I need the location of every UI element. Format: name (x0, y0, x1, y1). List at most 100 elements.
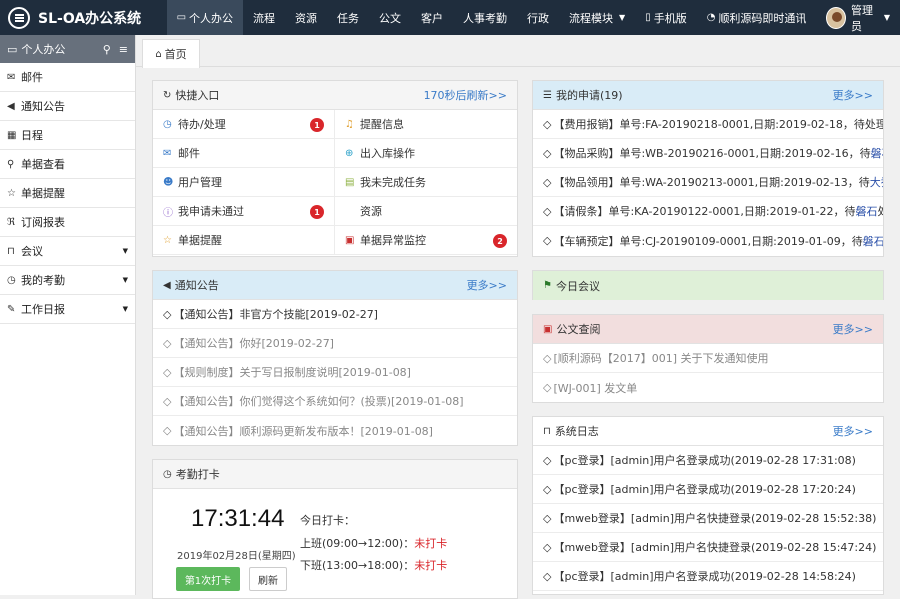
today-punch-label: 今日打卡： (300, 514, 355, 527)
nav-item-mobile[interactable]: ▯ 手机版 (635, 0, 697, 35)
sidebar-item-daily-report[interactable]: ✎ 工作日报 ▼ (0, 295, 135, 324)
quick-label: 资源 (360, 205, 382, 218)
bullhorn-icon: ◀ (163, 279, 171, 291)
mail-icon: ✉ (163, 147, 172, 159)
monitor-icon: ▭ (7, 42, 18, 56)
menu-icon[interactable]: ≡ (119, 43, 128, 56)
sidebar-item-mail[interactable]: ✉ 邮件 (0, 63, 135, 92)
panel-header: ↻ 快捷入口 170秒后刷新>> (153, 81, 517, 110)
clock-icon: ◷ (7, 274, 16, 286)
log-text: 【mweb登录】[admin]用户名快捷登录(2019-02-28 15:47:… (553, 541, 877, 554)
nav-item-label: 资源 (295, 11, 318, 25)
list-item[interactable]: ◇ 【费用报销】单号:FA-20190218-0001,日期:2019-02-18… (533, 110, 883, 139)
nav-item-label: 手机版 (653, 11, 687, 25)
flag-icon: ⚑ (543, 280, 552, 291)
auto-refresh-link[interactable]: 170秒后刷新>> (424, 87, 507, 103)
tab-home[interactable]: ⌂ 首页 (142, 39, 200, 68)
assignee: 磐石 (855, 205, 878, 218)
quick-todo[interactable]: ◷ 待办/处理 1 (153, 110, 335, 139)
list-item[interactable]: ◇ 【请假条】单号:KA-20190122-0001,日期:2019-01-22，… (533, 197, 883, 226)
nav-item-tasks[interactable]: 任务 (327, 0, 369, 35)
sidebar-item-label: 单据查看 (21, 158, 65, 171)
panel-header: ⊓ 系统日志 更多>> (533, 417, 883, 446)
sidebar-item-schedule[interactable]: ▦ 日程 (0, 121, 135, 150)
list-item[interactable]: ◇ 【mweb登录】[admin]用户名快捷登录(2019-02-28 15:47… (533, 533, 883, 562)
brand[interactable]: SL-OA办公系统 (0, 0, 167, 35)
caret-down-icon: ▼ (122, 305, 128, 313)
quick-label: 单据异常监控 (360, 234, 426, 247)
user-menu[interactable]: 管理员 ▼ (816, 0, 900, 35)
more-link[interactable]: 更多>> (467, 277, 507, 293)
log-text: 【pc登录】[admin]用户名登录成功(2019-02-28 17:31:08… (553, 454, 856, 467)
quick-document-reminders[interactable]: ☆ 单据提醒 (153, 226, 335, 255)
sidebar-item-my-attendance[interactable]: ◷ 我的考勤 ▼ (0, 266, 135, 295)
notice-text: 【通知公告】顺利源码更新发布版本！[2019-01-08] (173, 424, 433, 438)
briefcase-icon: ▣ (345, 234, 355, 246)
nav-item-resources[interactable]: 资源 (285, 0, 327, 35)
quick-user-management[interactable]: ☻ 用户管理 (153, 168, 335, 197)
list-item[interactable]: ◇ 【通知公告】你们觉得这个系统如何？(投票)[2019-01-08] (153, 387, 517, 416)
bullhorn-icon: ◀ (7, 100, 15, 112)
quick-unfinished-tasks[interactable]: ▤ 我未完成任务 (335, 168, 517, 197)
user-icon: ☻ (163, 176, 174, 188)
chat-icon: ◔ (706, 12, 716, 23)
sidebar-item-view-documents[interactable]: ⚲ 单据查看 (0, 150, 135, 179)
count-badge: 1 (310, 205, 324, 219)
quick-label: 提醒信息 (360, 118, 404, 131)
quick-label: 用户管理 (178, 176, 222, 189)
list-item[interactable]: ◇ 【通知公告】非官方个技能[2019-02-27] (153, 300, 517, 329)
morning-shift: 上班(09:00→12:00)：未打卡 (300, 535, 447, 551)
sidebar-item-notices[interactable]: ◀ 通知公告 (0, 92, 135, 121)
list-item[interactable]: ◇ 【规则制度】关于写日报制度说明[2019-01-08] (153, 358, 517, 387)
count-badge: 1 (310, 118, 324, 132)
nav-item-label: 客户 (421, 11, 444, 25)
nav-item-label: 行政 (527, 11, 550, 25)
list-item[interactable]: ◇ 【pc登录】[admin]用户名登录成功(2019-02-28 14:58:2… (533, 562, 883, 591)
sidebar-item-subscribed-reports[interactable]: ℜ 订阅报表 (0, 208, 135, 237)
list-item[interactable]: ◇ [WJ-001] 发文单 (533, 373, 883, 402)
list-item[interactable]: ◇ 【mweb登录】[admin]用户名快捷登录(2019-02-28 15:52… (533, 504, 883, 533)
sidebar-item-document-reminders[interactable]: ☆ 单据提醒 (0, 179, 135, 208)
nav-item-workflow-modules[interactable]: 流程模块 ▼ (559, 0, 635, 35)
more-link[interactable]: 更多>> (833, 87, 873, 103)
quick-reminders[interactable]: ♫ 提醒信息 (335, 110, 517, 139)
nav-item-customers[interactable]: 客户 (411, 0, 453, 35)
application-suffix: 处理 (878, 203, 883, 219)
quick-inventory[interactable]: ⊕ 出入库操作 (335, 139, 517, 168)
list-item[interactable]: ◇ 【pc登录】[admin]用户名登录成功(2019-02-28 17:20:2… (533, 475, 883, 504)
quick-exception-monitor[interactable]: ▣ 单据异常监控 2 (335, 226, 517, 255)
refresh-button[interactable]: 刷新 (249, 567, 287, 591)
search-icon: ⚲ (7, 158, 15, 170)
quick-rejected-applications[interactable]: ⓘ 我申请未通过 1 (153, 197, 335, 226)
list-item[interactable]: ◇ 【物品采购】单号:WB-20190216-0001,日期:2019-02-16… (533, 139, 883, 168)
nav-item-documents[interactable]: 公文 (369, 0, 411, 35)
more-link[interactable]: 更多>> (833, 423, 873, 439)
quick-mail[interactable]: ✉ 邮件 (153, 139, 335, 168)
panel-title: 系统日志 (554, 425, 599, 438)
punch-button[interactable]: 第1次打卡 (176, 567, 240, 591)
panel-title: 我的申请(19) (555, 89, 623, 102)
sidebar-item-meetings[interactable]: ⊓ 会议 ▼ (0, 237, 135, 266)
list-item[interactable]: ◇ 【pc登录】[admin]用户名登录成功(2019-02-28 17:31:0… (533, 446, 883, 475)
search-icon[interactable]: ⚲ (103, 43, 111, 56)
star-icon: ☆ (163, 234, 172, 246)
nav-item-hr-attendance[interactable]: 人事考勤 (453, 0, 517, 35)
list-item[interactable]: ◇ [顺利源码【2017】001] 关于下发通知使用 (533, 344, 883, 373)
quick-label: 邮件 (178, 147, 200, 160)
nav-item-admin[interactable]: 行政 (517, 0, 559, 35)
assignee: 磐石 (870, 147, 883, 160)
info-icon: ⓘ (163, 207, 173, 219)
nav-item-instant-messaging[interactable]: ◔ 顺利源码即时通讯 (697, 0, 817, 35)
application-text: 【请假条】单号:KA-20190122-0001,日期:2019-01-22，待 (553, 205, 856, 218)
list-item[interactable]: ◇ 【通知公告】顺利源码更新发布版本！[2019-01-08] (153, 416, 517, 445)
more-link[interactable]: 更多>> (833, 321, 873, 337)
list-item[interactable]: ◇ 【通知公告】你好[2019-02-27] (153, 329, 517, 358)
nav-item-label: 顺利源码即时通讯 (718, 11, 807, 25)
list-item[interactable]: ◇ 【车辆预定】单号:CJ-20190109-0001,日期:2019-01-09… (533, 226, 883, 255)
nav-item-personal-office[interactable]: ▭ 个人办公 (166, 0, 244, 35)
nav-item-workflow[interactable]: 流程 (243, 0, 285, 35)
list-item[interactable]: ◇ 【物品领用】单号:WA-20190213-0001,日期:2019-02-13… (533, 168, 883, 197)
panel-header: ⚑ 今日会议 (533, 271, 883, 300)
mail-icon: ✉ (7, 71, 16, 83)
quick-resources[interactable]: 资源 (335, 197, 517, 226)
